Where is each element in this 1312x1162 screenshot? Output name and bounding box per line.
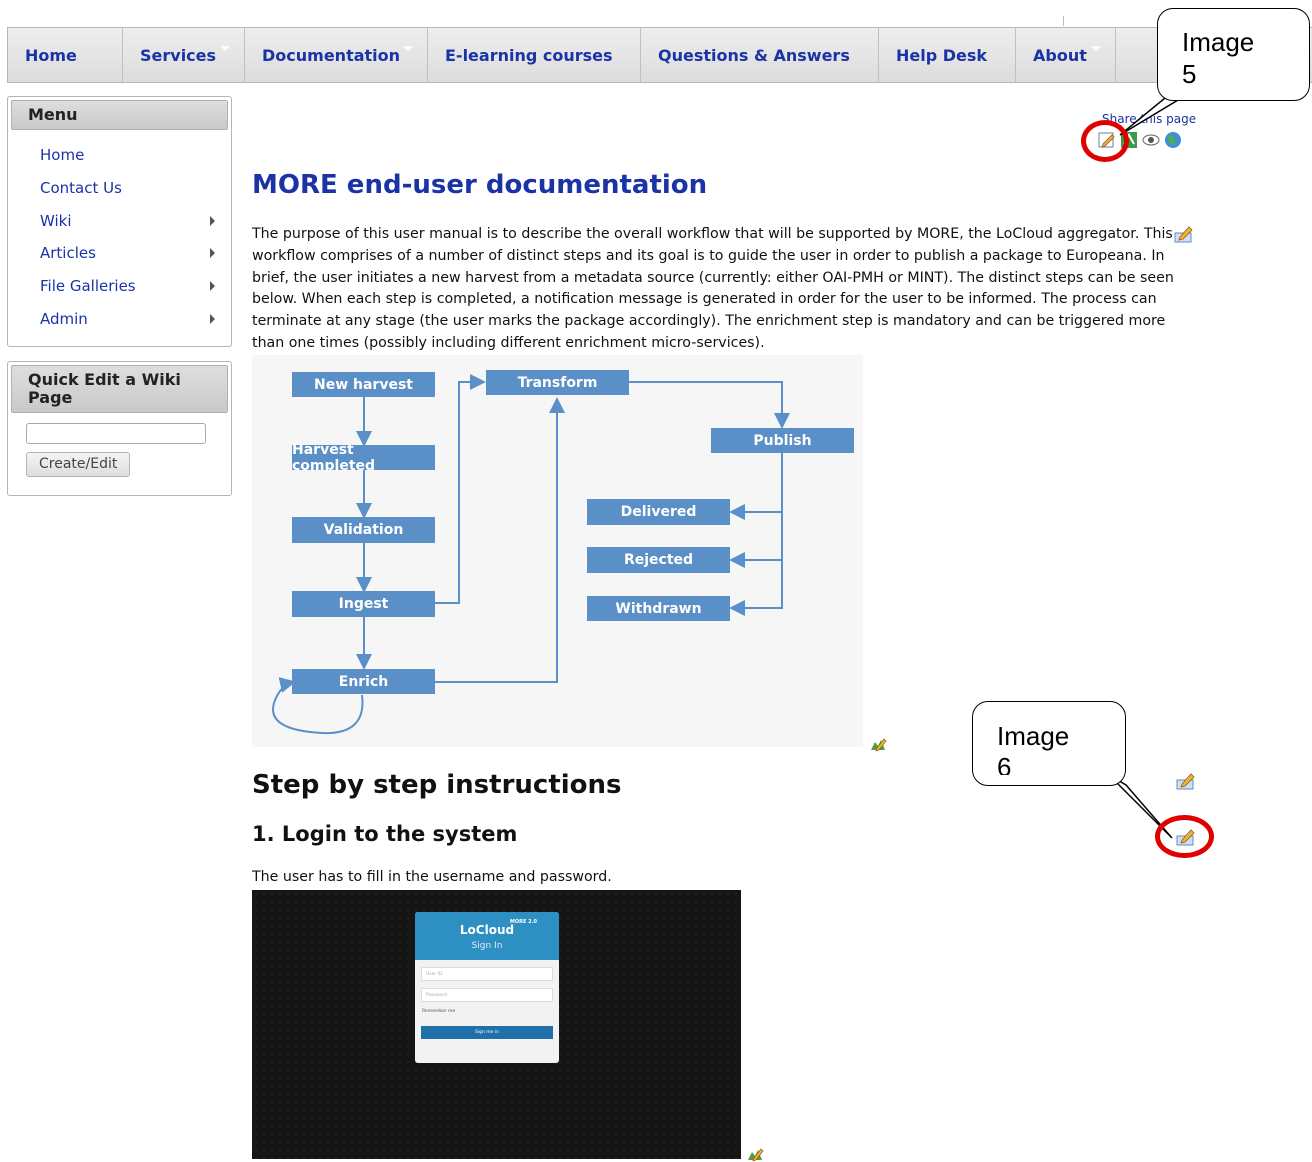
node-ingest: Ingest: [292, 591, 435, 617]
menu-item-articles[interactable]: Articles: [8, 237, 231, 270]
highlight-circle: [1081, 120, 1129, 162]
menu-item-wiki[interactable]: Wiki: [8, 204, 231, 237]
password-field: Password: [421, 988, 553, 1002]
submenu-arrow-icon: [210, 215, 215, 226]
node-rejected: Rejected: [587, 547, 730, 573]
globe-icon[interactable]: [1164, 131, 1182, 149]
login-screenshot: MORE 2.0 LoCloud Sign In User ID Passwor…: [252, 890, 741, 1159]
node-delivered: Delivered: [587, 499, 730, 525]
create-edit-button[interactable]: Create/Edit: [26, 452, 131, 477]
edit-section-icon[interactable]: [1174, 225, 1194, 247]
quick-edit-title: Quick Edit a Wiki Page: [11, 365, 228, 413]
signin-card-header: MORE 2.0 LoCloud Sign In: [415, 912, 559, 960]
intro-paragraph: The purpose of this user manual is to de…: [252, 226, 1174, 351]
callout-label: Image: [1182, 27, 1255, 57]
nav-label: About: [1033, 45, 1087, 65]
menu-item-file-galleries[interactable]: File Galleries: [8, 270, 231, 303]
menu-item-admin[interactable]: Admin: [8, 302, 231, 335]
image-edit-icon[interactable]: [746, 1146, 764, 1162]
menu-item-label: Admin: [40, 309, 88, 328]
user-id-field: User ID: [421, 967, 553, 981]
edit-section-icon[interactable]: [1176, 772, 1196, 794]
nav-label: Questions & Answers: [658, 45, 850, 65]
node-withdrawn: Withdrawn: [587, 596, 730, 621]
menu-item-label: Contact Us: [40, 179, 122, 198]
callout-label: Image: [997, 721, 1070, 751]
callout-number-text: 5: [1182, 59, 1197, 89]
signin-subtitle: Sign In: [471, 941, 503, 951]
menu-item-label: Wiki: [40, 211, 72, 230]
menu-list: Home Contact Us Wiki Articles File Galle…: [8, 133, 231, 341]
highlight-circle: [1155, 815, 1214, 858]
locloud-logo: LoCloud: [459, 923, 515, 937]
callout-number-text: 6: [997, 752, 1012, 775]
menu-title: Menu: [11, 100, 228, 130]
top-navigation: Home Services Documentation E-learning c…: [7, 27, 1312, 83]
submenu-arrow-icon: [210, 248, 215, 259]
nav-helpdesk[interactable]: Help Desk: [879, 28, 1016, 82]
submenu-arrow-icon: [210, 281, 215, 292]
menu-item-label: File Galleries: [40, 277, 136, 296]
top-divider-tick: [1063, 16, 1064, 26]
workflow-diagram: New harvest Harvest completed Validation…: [252, 355, 863, 747]
node-publish: Publish: [711, 428, 854, 453]
node-transform: Transform: [486, 370, 629, 395]
nav-label: Documentation: [262, 45, 401, 65]
menu-item-contact[interactable]: Contact Us: [8, 172, 231, 205]
sidebar-menu-box: Menu Home Contact Us Wiki Articles File …: [7, 96, 232, 347]
nav-label: E-learning courses: [445, 45, 613, 65]
quick-edit-box: Quick Edit a Wiki Page Create/Edit: [7, 361, 232, 496]
node-enrich: Enrich: [292, 669, 435, 694]
nav-about[interactable]: About: [1016, 28, 1116, 82]
sign-in-button: Sign me in: [421, 1026, 553, 1039]
step1-text: The user has to fill in the username and…: [252, 869, 612, 885]
callout-image-6: Image 6: [972, 701, 1126, 786]
step1-heading: 1. Login to the system: [252, 822, 518, 846]
menu-item-label: Articles: [40, 244, 96, 263]
menu-item-label: Home: [40, 146, 85, 165]
menu-item-home[interactable]: Home: [8, 139, 231, 172]
dropdown-caret-icon: [403, 46, 413, 51]
remember-me-checkbox: Remember me: [422, 1009, 456, 1014]
node-validation: Validation: [292, 517, 435, 543]
callout-number: 5: [1182, 59, 1302, 94]
page-title: MORE end-user documentation: [252, 170, 708, 200]
nav-documentation[interactable]: Documentation: [245, 28, 428, 82]
callout-number: 6: [997, 752, 1117, 775]
dropdown-caret-icon: [220, 46, 230, 51]
nav-label: Help Desk: [896, 45, 988, 65]
nav-elearning[interactable]: E-learning courses: [428, 28, 641, 82]
nav-qa[interactable]: Questions & Answers: [641, 28, 879, 82]
image-edit-icon[interactable]: [869, 736, 887, 756]
callout-image-5: Image 5: [1157, 8, 1310, 101]
node-harvest-completed: Harvest completed: [292, 442, 435, 474]
nav-services[interactable]: Services: [123, 28, 245, 82]
quick-edit-input[interactable]: [26, 423, 206, 444]
nav-label: Services: [140, 45, 217, 65]
submenu-arrow-icon: [210, 313, 215, 324]
steps-heading: Step by step instructions: [252, 770, 622, 800]
watch-eye-icon[interactable]: [1142, 131, 1160, 149]
nav-home[interactable]: Home: [8, 28, 123, 82]
node-new-harvest: New harvest: [292, 372, 435, 397]
dropdown-caret-icon: [1091, 46, 1101, 51]
signin-card: MORE 2.0 LoCloud Sign In User ID Passwor…: [415, 912, 559, 1063]
nav-label: Home: [25, 45, 77, 65]
